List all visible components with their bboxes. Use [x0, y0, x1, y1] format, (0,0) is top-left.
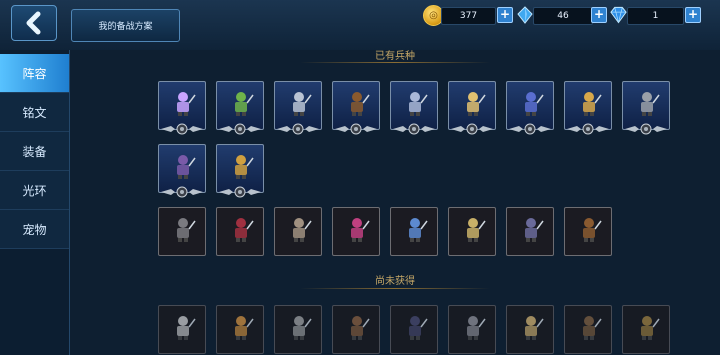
rank-badge-icon: [274, 123, 322, 135]
unit-portrait-icon: [583, 218, 602, 242]
unit-card[interactable]: [564, 207, 612, 256]
unit-card[interactable]: [390, 305, 438, 354]
rank-badge-icon: [332, 123, 380, 135]
unit-portrait-icon: [525, 92, 544, 116]
unit-card[interactable]: [216, 305, 264, 354]
tab-lineup[interactable]: 阵容: [0, 54, 69, 93]
unit-portrait-icon: [641, 92, 660, 116]
unit-portrait-icon: [351, 218, 370, 242]
unit-portrait-icon: [641, 316, 660, 340]
rank-badge-icon: [506, 123, 554, 135]
unit-portrait-icon: [467, 218, 486, 242]
unit-card[interactable]: [274, 207, 322, 256]
unit-card[interactable]: [448, 207, 496, 256]
unit-card[interactable]: [274, 305, 322, 354]
rank-badge-icon: [448, 123, 496, 135]
unit-card[interactable]: [448, 81, 496, 135]
unit-portrait-icon: [177, 92, 196, 116]
unit-card[interactable]: [158, 305, 206, 354]
unit-portrait-icon: [525, 218, 544, 242]
unit-portrait-icon: [235, 316, 254, 340]
unit-card[interactable]: [390, 81, 438, 135]
unit-portrait-icon: [409, 316, 428, 340]
unit-card[interactable]: [216, 207, 264, 256]
tab-pet[interactable]: 宠物: [0, 210, 69, 249]
unit-collection-panel: 已有兵种 尚未获得: [70, 50, 720, 355]
back-button[interactable]: [11, 5, 57, 41]
sidebar: 阵容 铭文 装备 光环 宠物: [0, 50, 70, 355]
unit-portrait-icon: [583, 92, 602, 116]
unit-portrait-icon: [351, 316, 370, 340]
unit-card[interactable]: [332, 305, 380, 354]
unit-portrait-icon: [293, 92, 312, 116]
add-diamond-button[interactable]: +: [685, 7, 701, 23]
unit-portrait-icon: [583, 316, 602, 340]
gold-amount: 377: [441, 7, 496, 25]
unit-card[interactable]: [506, 81, 554, 135]
rank-badge-icon: [622, 123, 670, 135]
chevron-left-icon: [26, 11, 41, 35]
unit-card[interactable]: [332, 81, 380, 135]
rank-badge-icon: [216, 186, 264, 198]
rank-badge-icon: [390, 123, 438, 135]
diamond-amount: 1: [627, 7, 684, 25]
unit-card[interactable]: [332, 207, 380, 256]
unit-card[interactable]: [158, 81, 206, 135]
unit-portrait-icon: [177, 218, 196, 242]
rank-badge-icon: [158, 123, 206, 135]
unit-card[interactable]: [622, 81, 670, 135]
unit-portrait-icon: [467, 316, 486, 340]
unit-portrait-icon: [409, 218, 428, 242]
unit-card[interactable]: [448, 305, 496, 354]
tab-aura[interactable]: 光环: [0, 171, 69, 210]
unit-card[interactable]: [506, 305, 554, 354]
unit-portrait-icon: [351, 92, 370, 116]
unit-card[interactable]: [622, 305, 670, 354]
rank-badge-icon: [158, 186, 206, 198]
unit-portrait-icon: [235, 155, 254, 179]
tab-inscription[interactable]: 铭文: [0, 93, 69, 132]
add-crystal-button[interactable]: +: [591, 7, 607, 23]
unit-portrait-icon: [293, 218, 312, 242]
owned-title-divider: [300, 62, 490, 63]
unit-card[interactable]: [564, 305, 612, 354]
unowned-section-title: 尚未获得: [375, 276, 415, 287]
unit-card[interactable]: [158, 207, 206, 256]
unit-portrait-icon: [293, 316, 312, 340]
unit-portrait-icon: [409, 92, 428, 116]
unit-card[interactable]: [506, 207, 554, 256]
unit-card[interactable]: [216, 144, 264, 198]
unowned-title-divider: [300, 288, 490, 289]
diamond-icon: [609, 5, 628, 24]
tab-equipment[interactable]: 装备: [0, 132, 69, 171]
unit-portrait-icon: [235, 218, 254, 242]
add-gold-button[interactable]: +: [497, 7, 513, 23]
unit-card[interactable]: [564, 81, 612, 135]
blue-crystal-icon: [515, 5, 534, 24]
unit-card[interactable]: [274, 81, 322, 135]
crystal-amount: 46: [533, 7, 593, 25]
unit-portrait-icon: [467, 92, 486, 116]
unit-portrait-icon: [525, 316, 544, 340]
unit-card[interactable]: [390, 207, 438, 256]
rank-badge-icon: [216, 123, 264, 135]
unit-portrait-icon: [235, 92, 254, 116]
unit-card[interactable]: [158, 144, 206, 198]
top-bar: 我的备战方案 ◎ 377 + 46 + 1 +: [0, 0, 720, 51]
unit-portrait-icon: [177, 316, 196, 340]
owned-section-title: 已有兵种: [375, 51, 415, 62]
battle-plan-button[interactable]: 我的备战方案: [71, 9, 180, 42]
unit-card[interactable]: [216, 81, 264, 135]
unit-portrait-icon: [177, 155, 196, 179]
rank-badge-icon: [564, 123, 612, 135]
